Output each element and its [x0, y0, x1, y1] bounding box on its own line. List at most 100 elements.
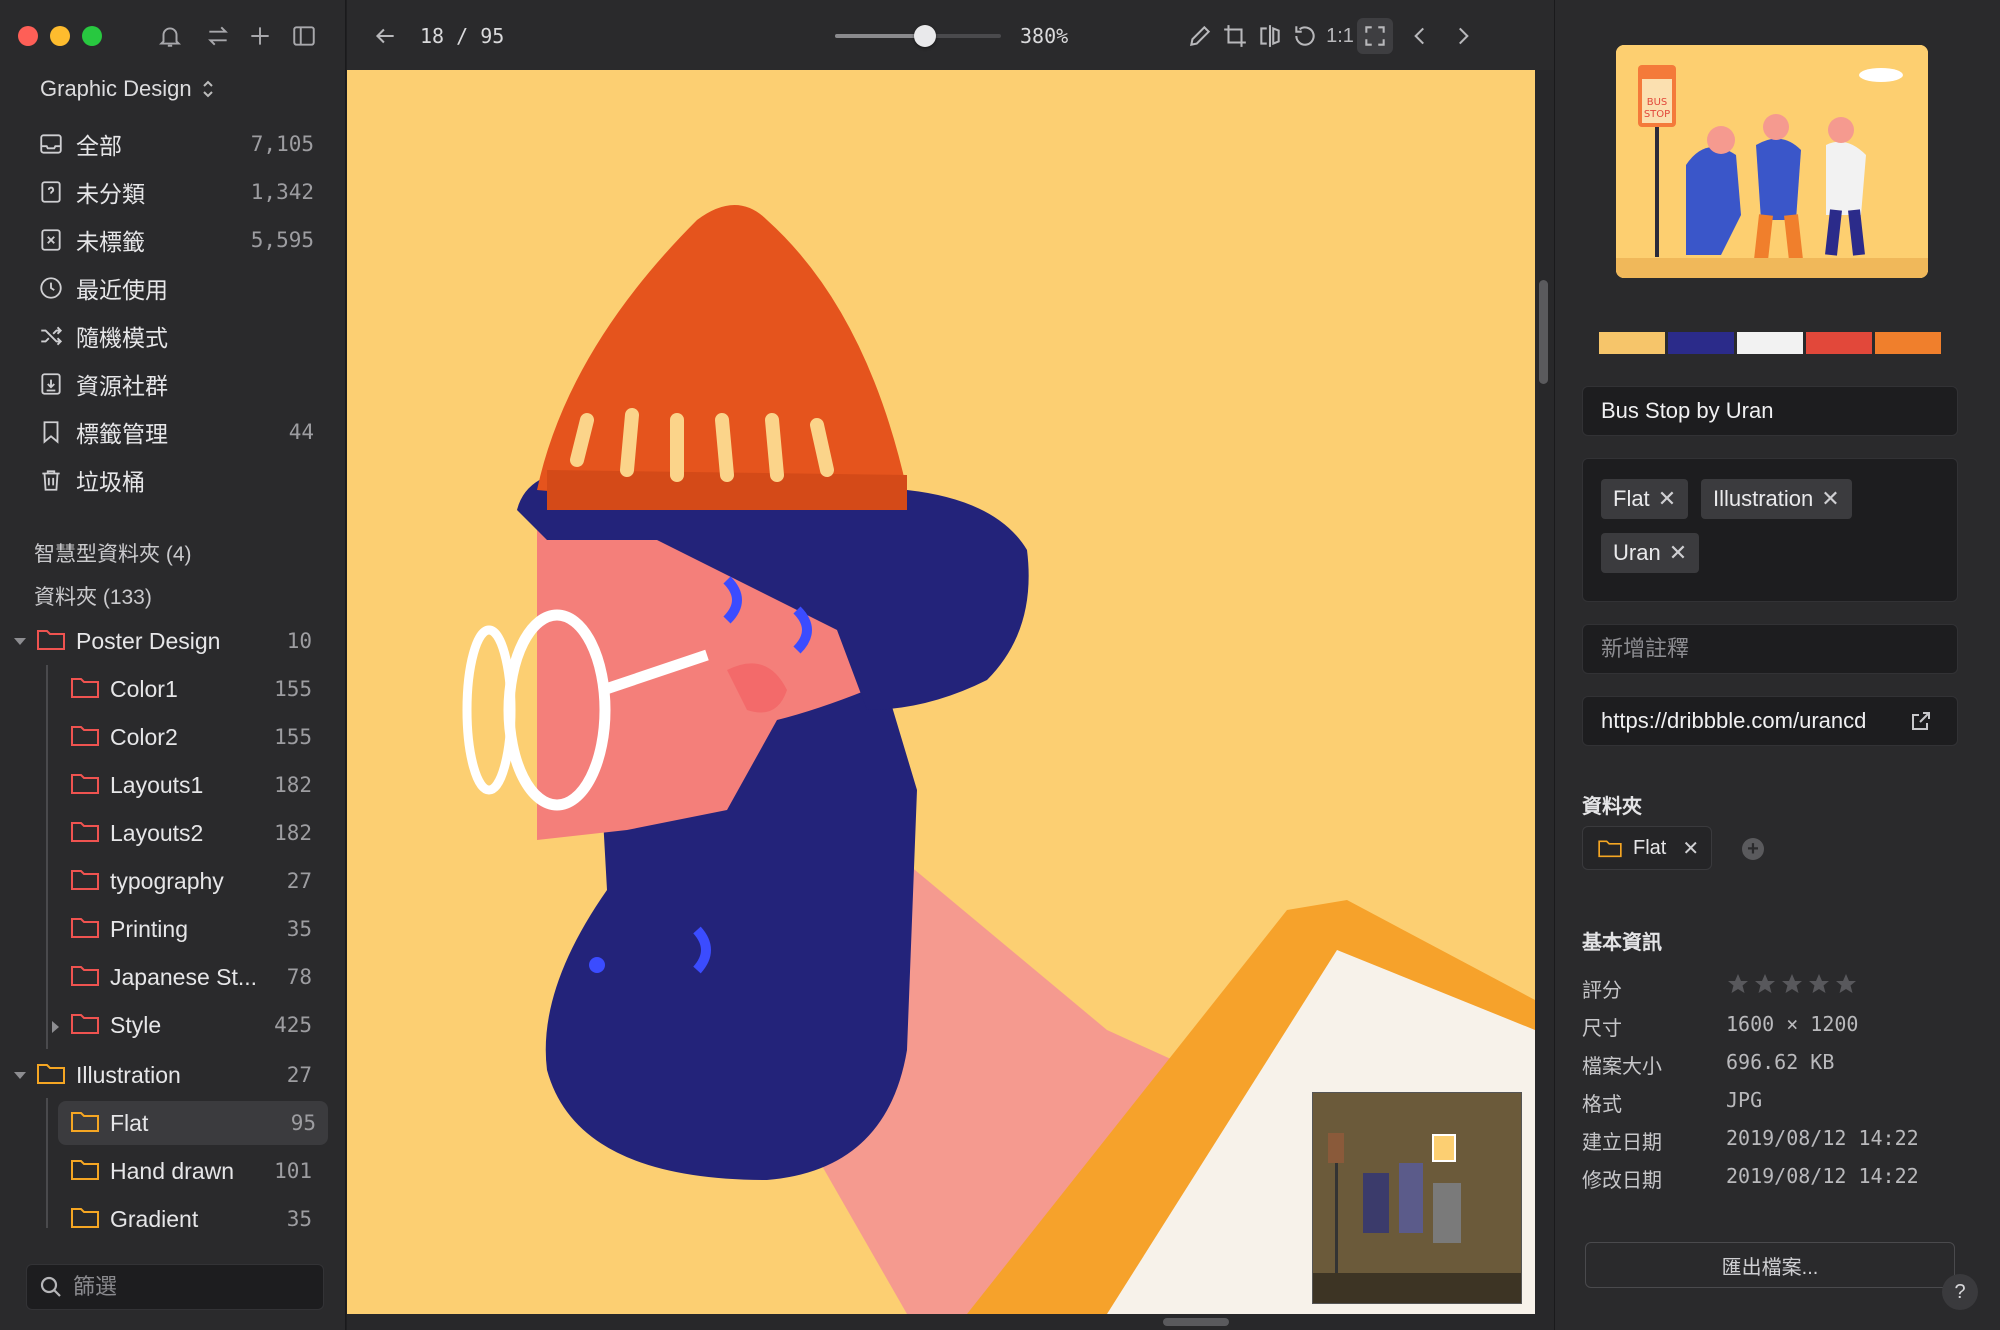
folder-gradient[interactable]: Gradient 35	[58, 1197, 324, 1241]
vertical-scrollbar[interactable]	[1539, 280, 1548, 384]
folder-count: 35	[286, 1207, 312, 1231]
tag-chip[interactable]: Flat ✕	[1601, 479, 1689, 519]
shuffle-icon	[36, 321, 66, 351]
url-field[interactable]	[1582, 696, 1958, 746]
search-icon	[40, 1276, 61, 1297]
crop-icon[interactable]	[1217, 18, 1253, 54]
star-icon[interactable]	[1807, 972, 1831, 996]
remove-tag-icon[interactable]: ✕	[1821, 486, 1839, 512]
back-arrow-icon[interactable]	[367, 18, 403, 54]
tags-field[interactable]: Flat ✕ Illustration ✕ Uran ✕	[1582, 458, 1958, 602]
remove-tag-icon[interactable]: ✕	[1658, 486, 1676, 512]
zoom-slider[interactable]	[835, 25, 1001, 47]
folder-color2[interactable]: Color2 155	[58, 715, 324, 759]
folder-color1[interactable]: Color1 155	[58, 667, 324, 711]
nav-count: 1,342	[250, 180, 314, 204]
note-input[interactable]	[1583, 625, 1957, 673]
bell-icon[interactable]	[154, 20, 186, 52]
folder-hand-drawn[interactable]: Hand drawn 101	[58, 1149, 324, 1193]
folder-japanese-style[interactable]: Japanese St... 78	[58, 955, 324, 999]
nav-random[interactable]: 隨機模式	[24, 314, 324, 358]
sync-arrows-icon[interactable]	[202, 20, 234, 52]
minimap-navigator[interactable]	[1312, 1092, 1522, 1304]
note-field[interactable]	[1582, 624, 1958, 674]
remove-tag-icon[interactable]: ✕	[1669, 540, 1687, 566]
filter-box[interactable]	[26, 1264, 324, 1310]
folder-illustration[interactable]: Illustration 27	[24, 1053, 324, 1097]
external-link-icon[interactable]	[1909, 709, 1933, 733]
horizontal-scrollbar[interactable]	[1163, 1318, 1229, 1326]
minimize-window-button[interactable]	[50, 26, 70, 46]
folder-poster-design[interactable]: Poster Design 10	[24, 619, 324, 663]
palette-swatch-5[interactable]	[1875, 332, 1941, 354]
folder-printing[interactable]: Printing 35	[58, 907, 324, 951]
folder-icon	[70, 915, 100, 944]
palette-swatch-1[interactable]	[1599, 332, 1665, 354]
folders-header[interactable]: 資料夾 (133)	[34, 581, 152, 611]
folder-icon	[1598, 840, 1622, 858]
sidebar: Graphic Design 全部 7,105 未分類 1,342 未標籤 5,…	[0, 0, 346, 1330]
remove-folder-icon[interactable]: ✕	[1682, 836, 1699, 861]
question-box-icon	[36, 177, 66, 207]
nav-untagged[interactable]: 未標籤 5,595	[24, 218, 324, 262]
created-value: 2019/08/12 14:22	[1726, 1126, 1919, 1150]
zoom-slider-knob[interactable]	[913, 25, 936, 47]
help-button[interactable]: ?	[1942, 1274, 1978, 1310]
folder-layouts1[interactable]: Layouts1 182	[58, 763, 324, 807]
tag-chip[interactable]: Uran ✕	[1601, 533, 1700, 573]
nav-label: 未分類	[76, 181, 145, 207]
star-icon[interactable]	[1726, 972, 1750, 996]
tag-chip[interactable]: Illustration ✕	[1701, 479, 1852, 519]
star-icon[interactable]	[1780, 972, 1804, 996]
sidebar-toggle-icon[interactable]	[288, 20, 320, 52]
rotate-icon[interactable]	[1287, 18, 1323, 54]
image-canvas[interactable]	[347, 70, 1535, 1314]
plus-icon[interactable]	[244, 20, 276, 52]
nav-community[interactable]: 資源社群	[24, 362, 324, 406]
chevron-left-icon[interactable]	[1402, 18, 1438, 54]
tag-label: Illustration	[1713, 486, 1814, 511]
library-switcher[interactable]: Graphic Design	[40, 76, 216, 102]
folder-flat[interactable]: Flat 95	[58, 1101, 328, 1145]
folder-count: 425	[274, 1013, 312, 1037]
palette-swatch-3[interactable]	[1737, 332, 1803, 354]
page-indicator: 18 / 95	[420, 24, 505, 48]
palette-swatch-2[interactable]	[1668, 332, 1734, 354]
image-thumbnail[interactable]: BUS STOP	[1616, 45, 1928, 278]
folder-layouts2[interactable]: Layouts2 182	[58, 811, 324, 855]
nav-trash[interactable]: 垃圾桶	[24, 458, 324, 502]
chevron-right-icon[interactable]	[1445, 18, 1481, 54]
add-folder-icon[interactable]: +	[1742, 838, 1764, 860]
filter-input[interactable]	[73, 1274, 303, 1300]
nav-all[interactable]: 全部 7,105	[24, 122, 324, 166]
folder-label: Layouts1	[110, 771, 204, 798]
close-window-button[interactable]	[18, 26, 38, 46]
title-input[interactable]	[1583, 387, 1957, 435]
nav-label: 全部	[76, 133, 122, 159]
nav-tag-manager[interactable]: 標籤管理 44	[24, 410, 324, 454]
url-input[interactable]	[1583, 697, 1903, 745]
folder-style[interactable]: Style 425	[58, 1003, 324, 1047]
folder-typography[interactable]: typography 27	[58, 859, 324, 903]
star-icon[interactable]	[1834, 972, 1858, 996]
flip-icon[interactable]	[1252, 18, 1288, 54]
nav-recent[interactable]: 最近使用	[24, 266, 324, 310]
folder-label: Color2	[110, 723, 178, 750]
fit-screen-icon[interactable]	[1357, 18, 1393, 54]
folder-icon	[70, 867, 100, 896]
folder-chip[interactable]: Flat ✕	[1582, 826, 1712, 870]
thumbnail-illustration: BUS STOP	[1616, 45, 1928, 278]
folder-count: 155	[274, 677, 312, 701]
smart-folders-header[interactable]: 智慧型資料夾 (4)	[34, 538, 192, 568]
app-window: Graphic Design 全部 7,105 未分類 1,342 未標籤 5,…	[0, 0, 2000, 1330]
star-icon[interactable]	[1753, 972, 1777, 996]
palette-swatch-4[interactable]	[1806, 332, 1872, 354]
actual-size-button[interactable]: 1:1	[1322, 18, 1358, 54]
folder-count: 78	[286, 965, 312, 989]
nav-uncategorized[interactable]: 未分類 1,342	[24, 170, 324, 214]
pencil-icon[interactable]	[1182, 18, 1218, 54]
zoom-slider-fill	[835, 34, 925, 38]
title-field[interactable]	[1582, 386, 1958, 436]
export-button[interactable]: 匯出檔案...	[1585, 1242, 1955, 1288]
zoom-window-button[interactable]	[82, 26, 102, 46]
